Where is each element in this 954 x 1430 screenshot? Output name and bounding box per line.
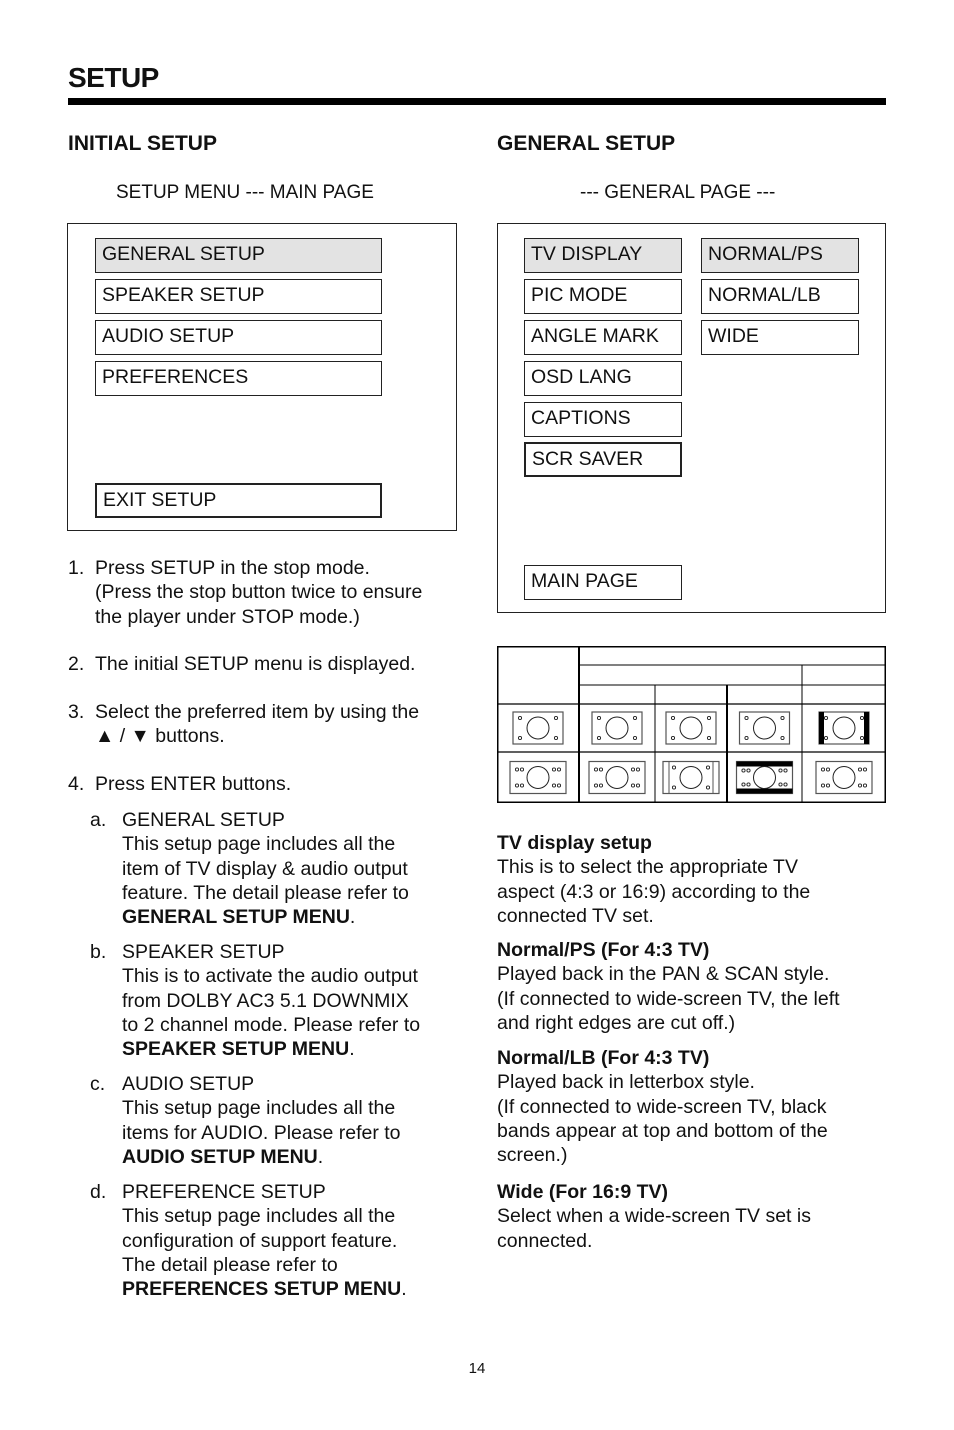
up-down-buttons-text: ▲ / ▼ buttons. — [95, 725, 225, 748]
tv-4-3-pillarbox-icon — [818, 711, 870, 745]
aspect-ratio-table-graphic — [497, 646, 886, 803]
menu-item-general-setup[interactable]: GENERAL SETUP — [95, 238, 382, 273]
step-number: 3. — [68, 701, 85, 723]
desc-wide: Wide (For 16:9 TV) Select when a wide-sc… — [497, 1180, 889, 1253]
substep-letter: b. — [90, 941, 107, 963]
substep-text: from DOLBY AC3 5.1 DOWNMIX — [122, 989, 409, 1012]
desc-text: screen.) — [497, 1144, 568, 1167]
desc-tv-display-setup: TV display setup This is to select the a… — [497, 831, 889, 928]
menu-item-angle-mark[interactable]: ANGLE MARK — [524, 320, 682, 355]
desc-text: (If connected to wide-screen TV, black — [497, 1095, 827, 1118]
initial-setup-heading: INITIAL SETUP — [68, 132, 217, 155]
substep-text: The detail please refer to — [122, 1253, 338, 1276]
menu-item-preferences[interactable]: PREFERENCES — [95, 361, 382, 396]
option-normal-ps[interactable]: NORMAL/PS — [701, 238, 859, 273]
step-text: Press ENTER buttons. — [95, 773, 292, 795]
step-number: 4. — [68, 773, 85, 795]
page-title: SETUP — [68, 62, 159, 93]
substep-text: configuration of support feature. — [122, 1229, 398, 1252]
tv-16-9-letterbox-icon — [735, 760, 794, 795]
substep-title: PREFERENCE SETUP — [122, 1181, 326, 1203]
menu-item-scr-saver[interactable]: SCR SAVER — [524, 442, 682, 477]
substep-title: GENERAL SETUP — [122, 809, 285, 831]
tv-4-3-icon — [738, 711, 791, 745]
desc-text: (If connected to wide-screen TV, the lef… — [497, 987, 840, 1010]
substep-text: feature. The detail please refer to — [122, 881, 409, 904]
desc-text: This is to select the appropriate TV — [497, 856, 798, 879]
step-text: (Press the stop button twice to ensure — [95, 581, 423, 604]
instruction-steps: 1. Press SETUP in the stop mode. (Press … — [68, 556, 468, 1316]
desc-text: Played back in the PAN & SCAN style. — [497, 963, 830, 986]
desc-text: connected TV set. — [497, 904, 654, 927]
step-text: Press SETUP in the stop mode. — [95, 557, 370, 579]
desc-text: Select when a wide-screen TV set is — [497, 1205, 811, 1228]
substep-text: This is to activate the audio output — [122, 965, 418, 988]
menu-item-tv-display[interactable]: TV DISPLAY — [524, 238, 682, 273]
substep-reference: SPEAKER SETUP MENU — [122, 1038, 350, 1061]
tv-4-3-icon — [512, 711, 564, 745]
main-page-caption: SETUP MENU --- MAIN PAGE — [116, 182, 374, 203]
substep-text: items for AUDIO. Please refer to — [122, 1121, 401, 1144]
title-rule — [68, 98, 886, 105]
tv-display-descriptions: TV display setup This is to select the a… — [497, 831, 889, 1271]
substep-reference: PREFERENCES SETUP MENU — [122, 1278, 402, 1301]
substep-text: to 2 channel mode. Please refer to — [122, 1013, 421, 1036]
menu-item-speaker-setup[interactable]: SPEAKER SETUP — [95, 279, 382, 314]
exit-setup-button[interactable]: EXIT SETUP — [95, 483, 382, 518]
tv-16-9-icon — [815, 760, 873, 795]
menu-item-osd-lang[interactable]: OSD LANG — [524, 361, 682, 396]
step-number: 2. — [68, 653, 85, 675]
menu-item-pic-mode[interactable]: PIC MODE — [524, 279, 682, 314]
substep-reference: AUDIO SETUP MENU — [122, 1145, 318, 1168]
substep-text: This setup page includes all the — [122, 1097, 396, 1120]
desc-title: Normal/PS (For 4:3 TV) — [497, 939, 710, 961]
tv-16-9-cropped-icon — [662, 760, 720, 795]
step-text: the player under STOP mode.) — [95, 605, 360, 628]
desc-title: Wide (For 16:9 TV) — [497, 1181, 669, 1203]
substep-letter: a. — [90, 809, 107, 831]
tv-4-3-icon — [665, 711, 717, 745]
substep-text: item of TV display & audio output — [122, 857, 408, 880]
option-wide[interactable]: WIDE — [701, 320, 859, 355]
substep-letter: c. — [90, 1073, 106, 1095]
desc-title: TV display setup — [497, 832, 652, 854]
desc-text: and right edges are cut off.) — [497, 1011, 736, 1034]
substep-title: AUDIO SETUP — [122, 1073, 255, 1095]
substep-reference: GENERAL SETUP MENU — [122, 906, 350, 929]
desc-text: bands appear at top and bottom of the — [497, 1119, 828, 1142]
aspect-ratio-table — [497, 646, 886, 803]
general-page-caption: --- GENERAL PAGE --- — [580, 182, 776, 203]
substep-text: This setup page includes all the — [122, 833, 396, 856]
menu-item-captions[interactable]: CAPTIONS — [524, 402, 682, 437]
tv-4-3-icon — [591, 711, 643, 745]
tv-16-9-icon — [588, 760, 646, 795]
general-setup-heading: GENERAL SETUP — [497, 132, 676, 155]
desc-title: Normal/LB (For 4:3 TV) — [497, 1047, 710, 1069]
page-number: 14 — [468, 1360, 486, 1377]
menu-item-audio-setup[interactable]: AUDIO SETUP — [95, 320, 382, 355]
substep-text: This setup page includes all the — [122, 1205, 396, 1228]
tv-16-9-icon — [509, 760, 567, 795]
substep-letter: d. — [90, 1181, 107, 1203]
main-page-button[interactable]: MAIN PAGE — [524, 565, 682, 600]
desc-text: Played back in letterbox style. — [497, 1071, 755, 1094]
option-normal-lb[interactable]: NORMAL/LB — [701, 279, 859, 314]
general-page-menu: TV DISPLAY PIC MODE ANGLE MARK OSD LANG … — [497, 223, 886, 613]
substep-title: SPEAKER SETUP — [122, 941, 285, 963]
desc-text: aspect (4:3 or 16:9) according to the — [497, 880, 811, 903]
setup-main-menu: GENERAL SETUP SPEAKER SETUP AUDIO SETUP … — [67, 223, 457, 531]
step-text: The initial SETUP menu is displayed. — [95, 653, 416, 675]
step-text: Select the preferred item by using the — [95, 701, 420, 723]
step-number: 1. — [68, 557, 85, 579]
desc-normal-ps: Normal/PS (For 4:3 TV) Played back in th… — [497, 938, 889, 1035]
desc-normal-lb: Normal/LB (For 4:3 TV) Played back in le… — [497, 1046, 889, 1167]
desc-text: connected. — [497, 1229, 593, 1252]
